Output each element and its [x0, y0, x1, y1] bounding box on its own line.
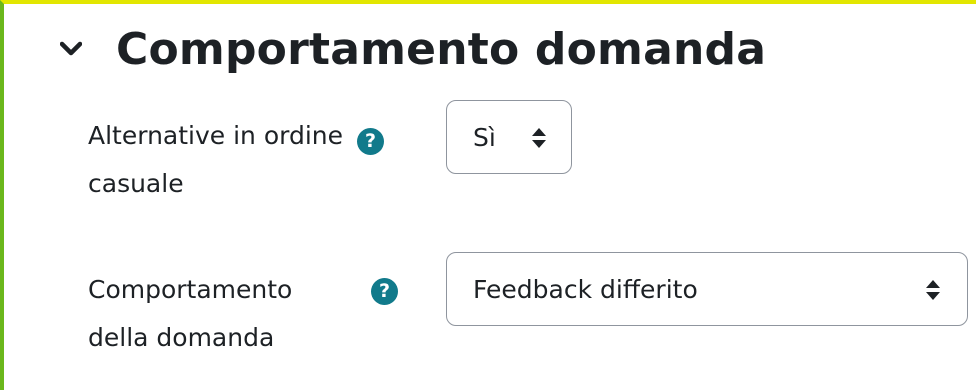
form-row-question-behaviour: Comportamento della domanda	[88, 266, 358, 362]
field-label-line1: Alternative in ordine	[88, 121, 344, 150]
question-circle-icon[interactable]: ?	[371, 278, 398, 305]
field-label-line2: della domanda	[88, 323, 275, 352]
field-label-line2: casuale	[88, 169, 184, 198]
section-header[interactable]: Comportamento domanda	[56, 14, 766, 84]
question-circle-icon[interactable]: ?	[356, 128, 384, 155]
select-value: Feedback differito	[473, 274, 698, 304]
select-value: Sì	[473, 122, 496, 152]
field-label: Comportamento della domanda	[88, 266, 358, 362]
form-row-shuffle-answers: Alternative in ordine ? casuale	[88, 112, 384, 208]
section-title: Comportamento domanda	[116, 23, 767, 75]
shuffle-answers-select[interactable]: Sì	[446, 100, 572, 174]
sort-arrows-icon	[531, 126, 547, 148]
chevron-down-icon[interactable]	[56, 34, 86, 64]
field-label-line1: Comportamento	[88, 275, 293, 304]
question-behaviour-select[interactable]: Feedback differito	[446, 252, 968, 326]
field-label: Alternative in ordine ? casuale	[88, 112, 384, 208]
sort-arrows-icon	[925, 278, 941, 300]
